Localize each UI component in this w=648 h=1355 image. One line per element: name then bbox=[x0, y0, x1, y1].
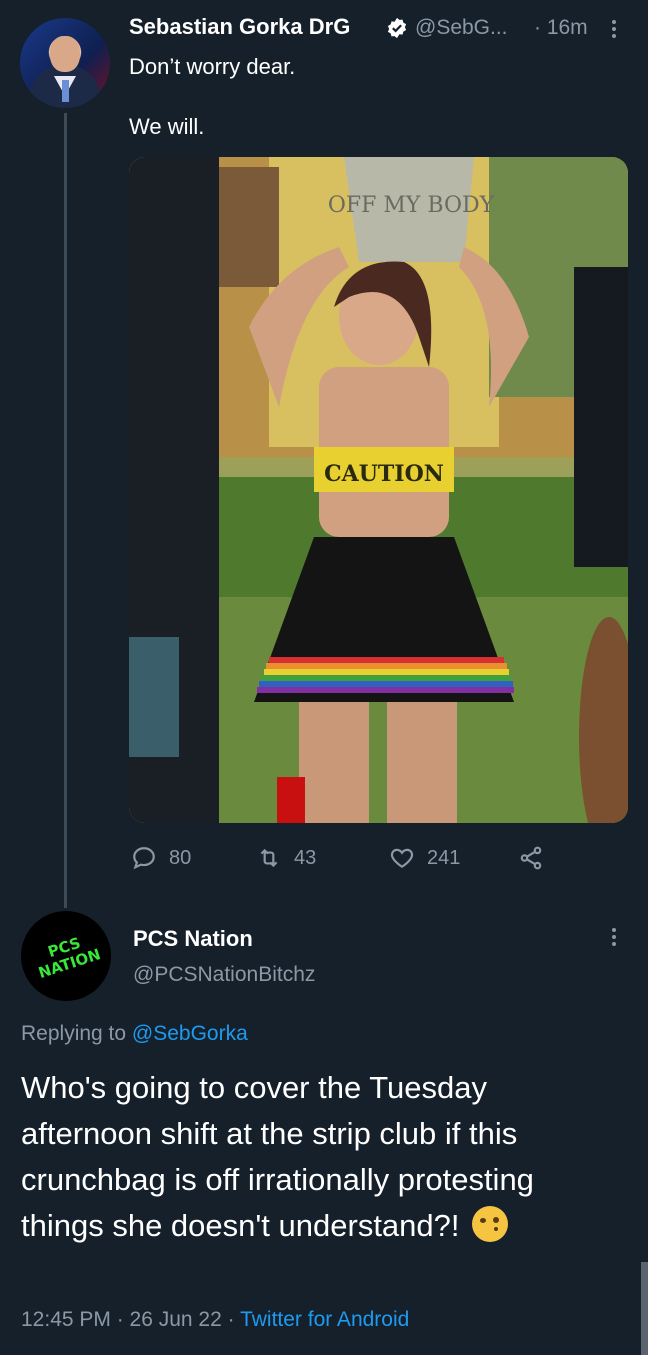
scrollbar[interactable] bbox=[641, 1262, 648, 1355]
tweet-timestamp[interactable]: · 16m bbox=[534, 16, 588, 40]
author-name[interactable]: Sebastian Gorka DrG bbox=[129, 14, 350, 40]
like-action[interactable]: 241 bbox=[389, 845, 460, 871]
author-handle[interactable]: @SebG... bbox=[415, 16, 508, 40]
tweet-text: Don’t worry dear. We will. bbox=[129, 54, 296, 139]
thread-connector-line bbox=[64, 113, 67, 908]
reply-action[interactable]: 80 bbox=[131, 845, 191, 871]
retweet-count: 43 bbox=[294, 846, 317, 869]
tweet-photo[interactable]: OFF MY BODY CAUTION bbox=[129, 157, 628, 823]
source-app-link[interactable]: Twitter for Android bbox=[240, 1308, 409, 1331]
raised-eyebrow-emoji-icon bbox=[472, 1206, 509, 1242]
reply-author-avatar[interactable]: PCS NATION bbox=[21, 911, 111, 1001]
retweet-action[interactable]: 43 bbox=[256, 845, 316, 871]
share-icon bbox=[520, 846, 542, 870]
reply-text-body: Who's going to cover the Tuesday afterno… bbox=[21, 1070, 534, 1243]
reply-tweet-text: Who's going to cover the Tuesday afterno… bbox=[21, 1065, 621, 1249]
tweet-datetime: 12:45 PM · 26 Jun 22 · bbox=[21, 1308, 241, 1331]
reply-more-options-icon[interactable] bbox=[608, 926, 620, 950]
replying-to-line: Replying to @SebGorka bbox=[21, 1022, 248, 1046]
tweet-meta: 12:45 PM · 26 Jun 22 · Twitter for Andro… bbox=[21, 1308, 409, 1332]
protest-photo-illustration: OFF MY BODY CAUTION bbox=[129, 157, 628, 823]
reply-author-handle[interactable]: @PCSNationBitchz bbox=[133, 963, 315, 987]
share-action[interactable] bbox=[518, 845, 544, 871]
reply-author-name[interactable]: PCS Nation bbox=[133, 926, 253, 952]
heart-icon bbox=[390, 848, 414, 868]
reply-icon bbox=[133, 847, 155, 870]
shirt-text: CAUTION bbox=[324, 461, 444, 487]
retweet-icon bbox=[260, 848, 278, 868]
author-avatar[interactable] bbox=[20, 18, 110, 108]
reply-count: 80 bbox=[169, 846, 192, 869]
replying-prefix: Replying to bbox=[21, 1022, 127, 1045]
verified-badge-icon bbox=[387, 17, 407, 39]
replying-handle-link[interactable]: @SebGorka bbox=[132, 1022, 248, 1045]
avatar-logo-text: PCS NATION bbox=[36, 933, 103, 983]
sign-text: OFF MY BODY bbox=[328, 193, 495, 218]
more-options-icon[interactable] bbox=[608, 18, 620, 42]
like-count: 241 bbox=[427, 846, 461, 869]
